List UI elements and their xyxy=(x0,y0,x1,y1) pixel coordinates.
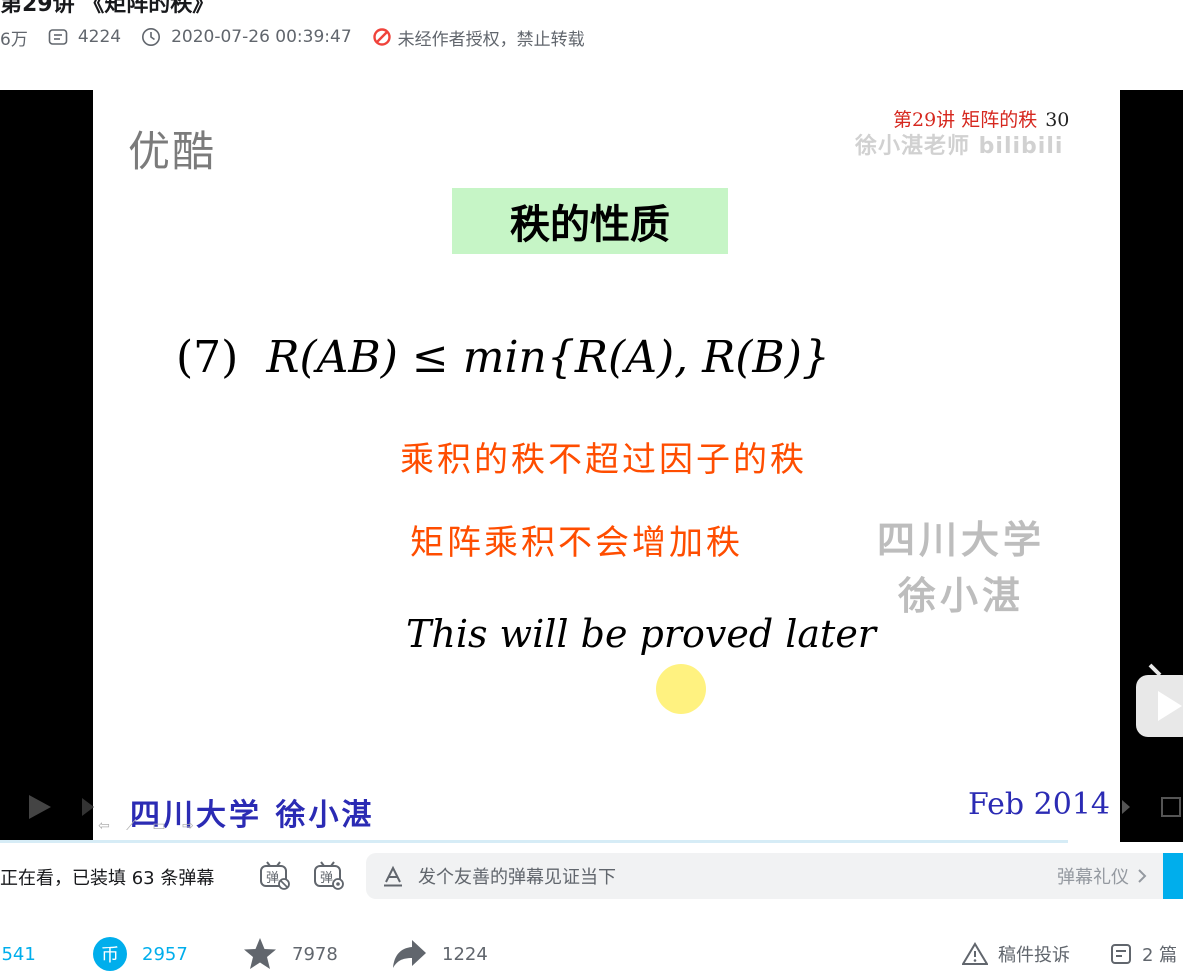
copyright-notice: 未经作者授权，禁止转载 xyxy=(372,25,585,50)
rank-formula: (7) R(AB) ≤ min{R(A), R(B)} xyxy=(176,332,830,383)
copyright-text: 未经作者授权，禁止转载 xyxy=(397,29,585,50)
share-count: 1224 xyxy=(442,943,488,965)
slide-line-cn-2: 矩阵乘积不会增加秩 xyxy=(410,523,743,563)
publish-time-text: 2020-07-26 00:39:47 xyxy=(171,27,352,47)
danmaku-status: 正在看，已装填 63 条弹幕 xyxy=(0,868,215,889)
danmaku-total: 4224 xyxy=(48,27,121,47)
watermark-line-1: 四川大学 xyxy=(876,517,1045,562)
danmaku-input[interactable]: 发个友善的弹幕见证当下 弹幕礼仪 xyxy=(366,853,1163,899)
danmaku-settings-icon[interactable]: 弹 xyxy=(312,860,346,892)
like-button[interactable]: 3541 xyxy=(0,938,36,970)
slide-english-note: This will be proved later xyxy=(406,612,876,656)
publish-time: 2020-07-26 00:39:47 xyxy=(141,27,352,47)
view-count: 6万 xyxy=(0,25,28,50)
share-button[interactable]: 1224 xyxy=(392,938,488,970)
slide-line-cn-1: 乘积的秩不超过因子的秩 xyxy=(400,440,807,480)
next-icon[interactable] xyxy=(82,792,96,822)
video-meta: 6万 4224 2020-07-26 00:39:47 未经作者授权，禁止转载 xyxy=(0,22,605,52)
formula-number: (7) xyxy=(176,332,239,383)
danmaku-etiquette-label: 弹幕礼仪 xyxy=(1057,867,1129,888)
share-icon xyxy=(393,940,426,968)
video-progress-bar[interactable] xyxy=(0,840,1068,843)
youku-logo: 优酷 xyxy=(128,127,217,176)
danmaku-toggle-icon[interactable]: 弹 xyxy=(258,860,292,892)
pointer-highlight xyxy=(656,664,706,714)
formula-operator: ≤ xyxy=(411,332,449,383)
mini-player-tv-icon[interactable] xyxy=(1134,663,1183,741)
slide-nav-controls[interactable]: ⇦ ⟋ ▭ ⇨ xyxy=(98,818,200,834)
report-button[interactable]: 稿件投诉 xyxy=(962,938,1070,970)
university-watermark: 四川大学 徐小湛 xyxy=(870,512,1052,624)
coin-icon: 币 xyxy=(93,937,127,971)
slide-footer-date: Feb 2014 xyxy=(968,787,1111,822)
fullscreen-icon[interactable] xyxy=(1120,795,1183,819)
watermark-line-2: 徐小湛 xyxy=(897,573,1024,618)
favorite-count: 7978 xyxy=(292,943,338,965)
video-title: 第29讲 《矩阵的秩》 xyxy=(0,0,215,17)
coin-button[interactable]: 币 2957 xyxy=(92,937,188,971)
forbidden-icon xyxy=(372,28,391,46)
formula-lhs: R(AB) xyxy=(266,332,398,383)
danmaku-send-button[interactable] xyxy=(1163,853,1183,899)
clock-icon xyxy=(142,28,161,46)
view-count-text: 6万 xyxy=(0,29,28,50)
slide-heading: 秩的性质 xyxy=(452,188,728,254)
coin-count: 2957 xyxy=(142,943,188,965)
svg-text:币: 币 xyxy=(101,945,119,966)
warning-icon xyxy=(962,942,988,965)
notes-button[interactable]: 2 篇 xyxy=(1110,938,1177,970)
svg-text:弹: 弹 xyxy=(266,871,279,886)
note-icon xyxy=(1111,944,1131,964)
svg-text:弹: 弹 xyxy=(320,871,333,886)
text-style-icon[interactable] xyxy=(382,865,404,887)
bilibili-watermark: 徐小湛老师 bilibili xyxy=(855,134,1064,159)
chevron-right-icon xyxy=(1138,869,1147,883)
star-icon xyxy=(244,938,276,969)
formula-rhs: min{R(A), R(B)} xyxy=(462,332,830,383)
danmaku-total-text: 4224 xyxy=(77,27,122,47)
danmaku-input-placeholder: 发个友善的弹幕见证当下 xyxy=(418,867,616,888)
report-label: 稿件投诉 xyxy=(998,945,1070,966)
play-icon[interactable] xyxy=(24,792,54,822)
notes-label: 2 篇 xyxy=(1142,945,1178,966)
danmaku-etiquette-link[interactable]: 弹幕礼仪 xyxy=(1057,863,1149,889)
favorite-button[interactable]: 7978 xyxy=(242,938,338,970)
danmaku-list-icon xyxy=(48,29,68,45)
like-count: 3541 xyxy=(0,943,36,965)
